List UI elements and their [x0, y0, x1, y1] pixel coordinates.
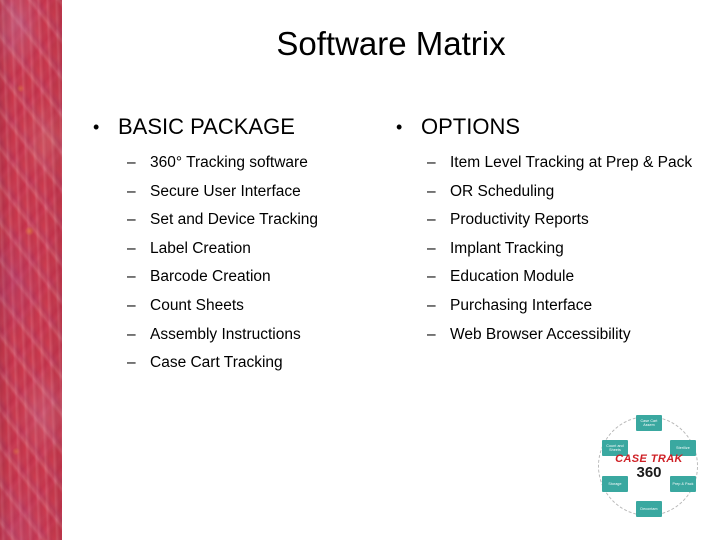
list-item-label: Purchasing Interface	[450, 296, 593, 314]
column-basic-package: • BASIC PACKAGE – 360° Tracking software…	[88, 112, 388, 378]
logo-brand: CASE TRAK 360	[589, 453, 709, 481]
logo-node: Decontam	[636, 501, 662, 517]
list-item: – Purchasing Interface	[391, 292, 711, 321]
list-item: – Implant Tracking	[391, 235, 711, 264]
list-item-label: Secure User Interface	[150, 182, 301, 200]
heading-basic-package-label: BASIC PACKAGE	[118, 114, 295, 139]
list-item-label: Implant Tracking	[450, 239, 564, 257]
dash-icon: –	[127, 325, 136, 343]
column-options: • OPTIONS – Item Level Tracking at Prep …	[391, 112, 711, 349]
list-item-label: Assembly Instructions	[150, 325, 301, 343]
slide-canvas: Software Matrix • BASIC PACKAGE – 360° T…	[0, 0, 720, 540]
list-item-label: Web Browser Accessibility	[450, 325, 631, 343]
logo-node: Case Cart Assem	[636, 415, 662, 431]
dash-icon: –	[427, 296, 436, 314]
list-item: – Assembly Instructions	[88, 321, 388, 350]
list-item-label: OR Scheduling	[450, 182, 555, 200]
dash-icon: –	[427, 182, 436, 200]
case-trak-360-logo: Case Cart Assem Sterilize Prep & Pack De…	[589, 409, 709, 525]
list-item-label: Set and Device Tracking	[150, 211, 319, 229]
list-basic-package: – 360° Tracking software – Secure User I…	[88, 149, 388, 378]
list-item: – Education Module	[391, 263, 711, 292]
list-item: – Case Cart Tracking	[88, 349, 388, 378]
list-item-label: Productivity Reports	[450, 211, 589, 229]
logo-brand-number: 360	[636, 464, 662, 481]
decorative-side-band	[0, 0, 62, 540]
list-item: – 360° Tracking software	[88, 149, 388, 178]
dash-icon: –	[427, 154, 436, 171]
dash-icon: –	[127, 296, 136, 314]
dash-icon: –	[427, 239, 436, 257]
list-item: – Barcode Creation	[88, 263, 388, 292]
list-item-label: Case Cart Tracking	[150, 354, 283, 372]
page-title: Software Matrix	[276, 25, 506, 62]
dash-icon: –	[127, 268, 136, 286]
list-item: – Count Sheets	[88, 292, 388, 321]
list-item: – Label Creation	[88, 235, 388, 264]
list-item-label: Item Level Tracking at Prep & Pack	[450, 154, 693, 171]
dash-icon: –	[427, 268, 436, 286]
dash-icon: –	[127, 239, 136, 257]
heading-basic-package: • BASIC PACKAGE	[88, 112, 388, 142]
heading-options-label: OPTIONS	[421, 114, 521, 139]
list-item: – OR Scheduling	[391, 178, 711, 207]
list-item: – Set and Device Tracking	[88, 206, 388, 235]
list-item-label: Label Creation	[150, 239, 251, 257]
bullet-icon: •	[396, 117, 403, 137]
list-item: – Web Browser Accessibility	[391, 321, 711, 350]
list-item-label: Barcode Creation	[150, 268, 271, 286]
heading-options: • OPTIONS	[391, 112, 711, 142]
dash-icon: –	[427, 325, 436, 343]
dash-icon: –	[127, 154, 136, 171]
bullet-icon: •	[93, 117, 100, 137]
dash-icon: –	[127, 182, 136, 200]
dash-icon: –	[427, 211, 436, 229]
list-item-label: 360° Tracking software	[150, 154, 308, 171]
list-item: – Productivity Reports	[391, 206, 711, 235]
list-item: – Secure User Interface	[88, 178, 388, 207]
list-options: – Item Level Tracking at Prep & Pack – O…	[391, 149, 711, 349]
list-item-label: Count Sheets	[150, 296, 244, 314]
dash-icon: –	[127, 354, 136, 372]
list-item: – Item Level Tracking at Prep & Pack	[391, 149, 711, 178]
band-texture-layer-5	[0, 0, 62, 540]
list-item-label: Education Module	[450, 268, 575, 286]
dash-icon: –	[127, 211, 136, 229]
